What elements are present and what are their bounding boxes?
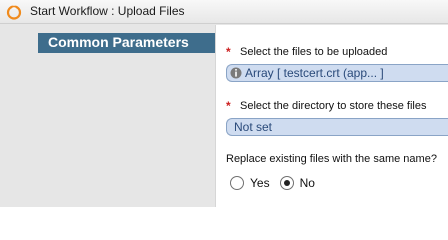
workflow-icon	[6, 5, 22, 20]
required-marker: *	[226, 45, 231, 59]
required-marker: *	[226, 99, 231, 113]
files-field-label: Select the files to be uploaded	[240, 46, 388, 58]
workflow-window: Start Workflow : Upload Files Common Par…	[0, 0, 448, 207]
title-bar: Start Workflow : Upload Files	[0, 0, 448, 24]
directory-field-value: Not set	[234, 120, 273, 134]
radio-yes-label[interactable]: Yes	[250, 176, 270, 190]
radio-yes[interactable]	[230, 176, 244, 190]
replace-question-label: Replace existing files with the same nam…	[226, 153, 437, 165]
radio-no-label[interactable]: No	[300, 176, 315, 190]
radio-no[interactable]	[279, 176, 294, 190]
directory-select-field[interactable]: Not set	[226, 118, 448, 136]
window-title: Start Workflow : Upload Files	[30, 4, 185, 18]
left-pane: Common Parameters	[0, 25, 215, 207]
files-field-value: Array [ testcert.crt (app... ]	[245, 66, 384, 80]
files-select-field[interactable]: Array [ testcert.crt (app... ]	[226, 64, 448, 82]
info-icon	[230, 67, 242, 79]
replace-radio-group: Yes No	[230, 176, 325, 190]
parameters-form: * Select the files to be uploaded Array …	[215, 25, 448, 207]
section-header-common-parameters[interactable]: Common Parameters	[38, 33, 215, 53]
directory-field-label: Select the directory to store these file…	[240, 100, 427, 112]
section-header-label: Common Parameters	[48, 34, 189, 50]
